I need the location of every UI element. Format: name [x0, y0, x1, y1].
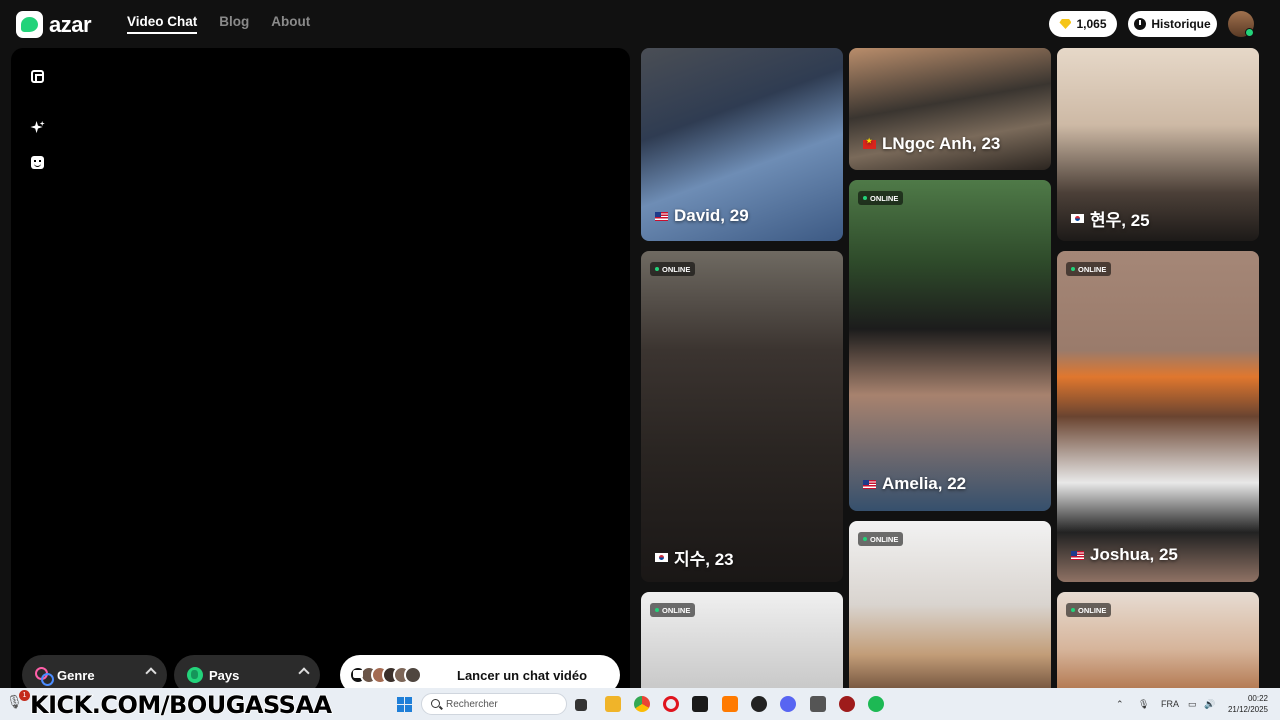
flag-icon — [655, 211, 668, 221]
flag-icon — [655, 553, 668, 562]
volume-icon[interactable]: 🔊 — [1204, 699, 1215, 710]
chevron-up-icon[interactable]: ⌃ — [1116, 699, 1124, 710]
online-badge: ONLINE — [650, 603, 696, 617]
online-badge: ONLINE — [1066, 603, 1112, 617]
azar-logo[interactable]: azar — [16, 11, 92, 38]
profile-card[interactable]: ONLINE Joshua, 25 — [1057, 251, 1259, 582]
app-icon[interactable] — [839, 696, 855, 712]
discord-icon[interactable] — [780, 696, 796, 712]
launch-video-chat-label: Lancer un chat vidéo — [457, 668, 588, 683]
profile-card[interactable]: ONLINE — [641, 592, 843, 688]
online-badge: ONLINE — [1066, 262, 1112, 276]
microphone-icon[interactable]: 🎙 — [1138, 699, 1149, 710]
online-badge: ONLINE — [858, 191, 904, 205]
gems-count: 1,065 — [1076, 17, 1107, 31]
profile-card[interactable]: ONLINE 지수, 23 — [641, 251, 843, 582]
app-icon[interactable] — [692, 696, 708, 712]
clock-date: 21/12/2025 — [1227, 705, 1268, 714]
task-view-icon[interactable] — [575, 699, 587, 711]
stream-banner-text: KICK.COM/BOUGASSAA — [29, 690, 333, 720]
chevron-up-icon — [145, 667, 157, 679]
profile-name: 현우, 25 — [1071, 206, 1150, 231]
profile-card[interactable]: ONLINE Amelia, 22 — [849, 180, 1051, 511]
taskbar-search[interactable]: Rechercher — [421, 693, 567, 715]
face-icon — [31, 156, 44, 169]
azar-logo-icon — [16, 11, 43, 38]
main-nav: Video Chat Blog About — [127, 14, 310, 34]
nav-blog[interactable]: Blog — [219, 14, 249, 34]
profile-card[interactable]: ONLINE — [849, 521, 1051, 688]
profile-card[interactable]: 현우, 25 — [1057, 48, 1259, 241]
stream-banner: KICK.COM/BOUGASSAA — [29, 690, 333, 720]
online-badge: ONLINE — [650, 262, 696, 276]
expand-icon — [31, 70, 44, 83]
gems-button[interactable]: 1,065 — [1049, 11, 1117, 37]
app-icon[interactable] — [810, 696, 826, 712]
chevron-up-icon — [298, 667, 310, 679]
online-status-dot — [1245, 28, 1254, 37]
effects-button[interactable] — [30, 120, 45, 135]
expand-button[interactable] — [30, 69, 45, 84]
obs-icon[interactable] — [751, 696, 767, 712]
profile-name: Amelia, 22 — [863, 474, 966, 494]
windows-start-icon[interactable] — [397, 697, 412, 712]
flag-icon — [863, 479, 876, 489]
gender-icon — [35, 667, 54, 686]
gem-icon — [1059, 19, 1072, 29]
display-icon[interactable]: ▭ — [1188, 699, 1197, 710]
profile-card[interactable]: David, 29 — [641, 48, 843, 241]
nav-video-chat[interactable]: Video Chat — [127, 14, 198, 34]
clock-time: 00:22 — [1247, 694, 1268, 703]
profile-name: LNgọc Anh, 23 — [863, 134, 1000, 154]
file-explorer-icon[interactable] — [605, 696, 621, 712]
chrome-icon[interactable] — [634, 696, 650, 712]
notification-badge: 1 — [19, 690, 30, 701]
taskbar-search-placeholder: Rechercher — [446, 698, 498, 710]
profile-card[interactable]: LNgọc Anh, 23 — [849, 48, 1051, 170]
language-indicator[interactable]: FRA — [1161, 699, 1179, 709]
profile-name: 지수, 23 — [655, 545, 734, 570]
profile-name: Joshua, 25 — [1071, 545, 1178, 565]
clock-icon — [1134, 18, 1147, 30]
online-badge: ONLINE — [858, 532, 904, 546]
taskbar-clock[interactable]: 00:22 21/12/2025 — [1226, 693, 1268, 715]
azar-app: azar Video Chat Blog About 1,065 Histori… — [0, 0, 1280, 695]
nav-about[interactable]: About — [271, 14, 310, 34]
top-header: azar Video Chat Blog About 1,065 Histori… — [0, 0, 1280, 48]
mask-button[interactable] — [30, 155, 45, 170]
profile-name: David, 29 — [655, 206, 749, 226]
country-filter-label: Pays — [209, 667, 240, 683]
flag-icon — [1071, 214, 1084, 223]
flag-icon — [863, 137, 876, 149]
app-icon[interactable] — [722, 696, 738, 712]
profile-card[interactable]: ONLINE — [1057, 592, 1259, 688]
sparkle-icon — [30, 120, 45, 134]
opera-icon[interactable] — [663, 696, 679, 712]
spotify-icon[interactable] — [868, 696, 884, 712]
globe-icon — [187, 667, 203, 683]
flag-icon — [1071, 550, 1084, 560]
camera-icon — [353, 670, 363, 678]
video-panel — [11, 48, 630, 688]
gender-filter-label: Genre — [57, 667, 95, 683]
search-icon — [431, 699, 440, 708]
azar-logo-text: azar — [49, 11, 92, 37]
history-button[interactable]: Historique — [1128, 11, 1217, 37]
history-label: Historique — [1151, 17, 1211, 31]
